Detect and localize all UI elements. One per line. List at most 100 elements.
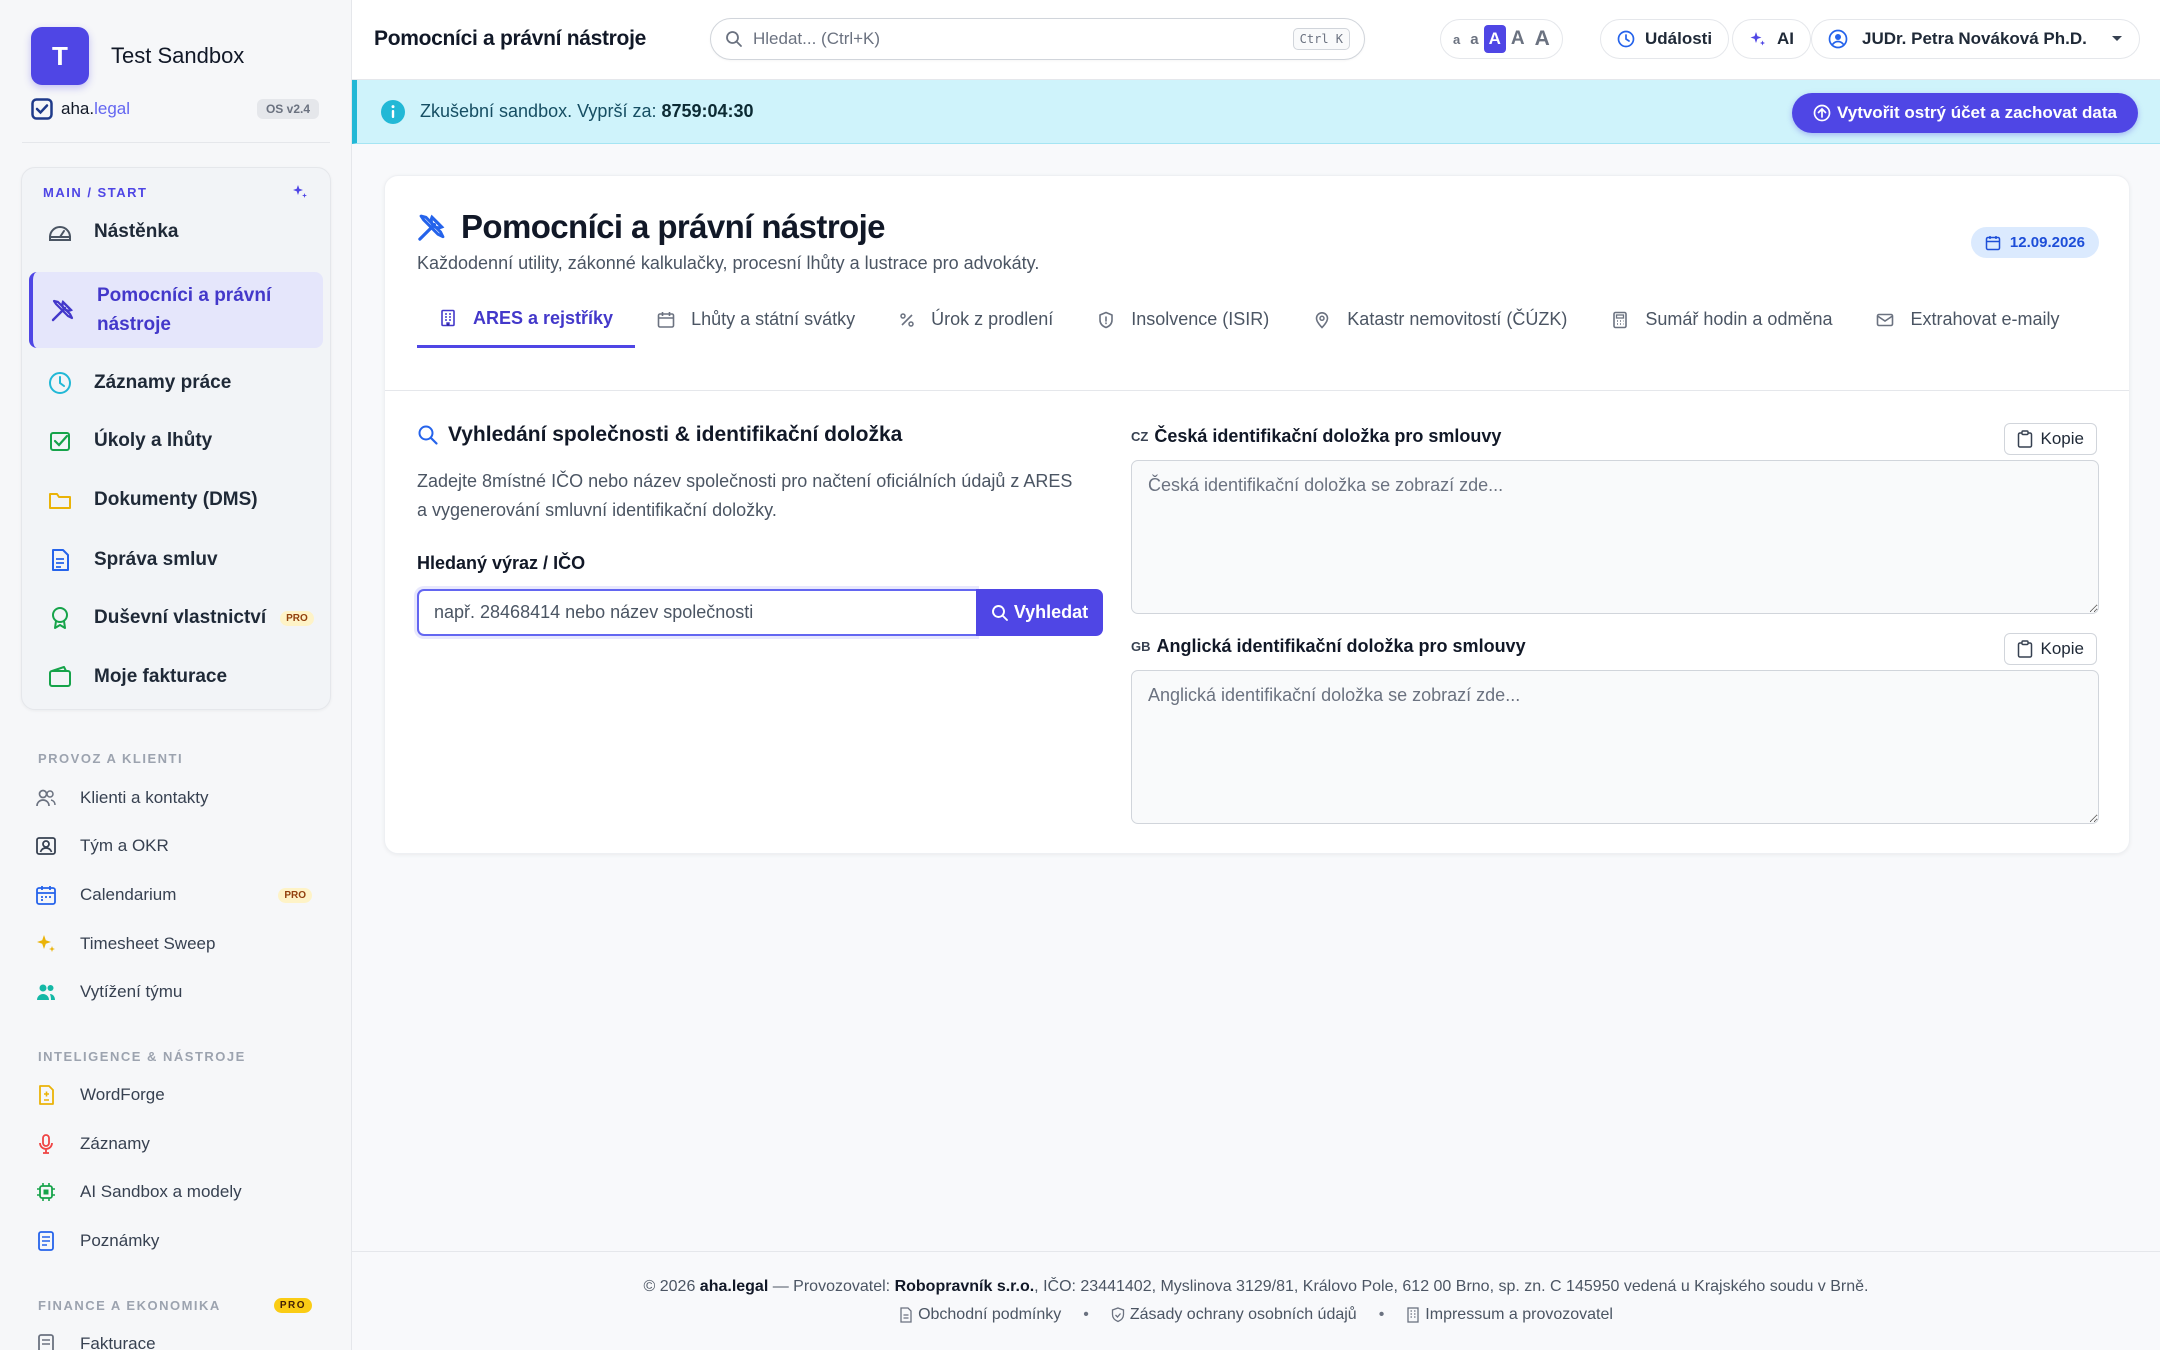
main-nav-section: MAIN / START Nástěnka Pomocníci a právní… xyxy=(21,167,331,710)
font-size-xl[interactable]: A xyxy=(1530,25,1555,53)
clock-icon xyxy=(1617,30,1635,48)
privacy-link[interactable]: Zásady ochrany osobních údajů xyxy=(1111,1306,1357,1324)
footer-links: Obchodní podmínky • Zásady ochrany osobn… xyxy=(352,1306,2160,1324)
workspace-avatar: T xyxy=(31,27,89,85)
font-size-md[interactable]: A xyxy=(1483,25,1506,53)
section-heading: Vyhledání společnosti & identifikační do… xyxy=(417,423,902,447)
card-title: Pomocníci a právní nástroje xyxy=(415,208,886,246)
tools-icon xyxy=(415,210,449,244)
search-company-button[interactable]: Vyhledat xyxy=(976,589,1103,636)
card-subtitle: Každodenní utility, zákonné kalkulačky, … xyxy=(417,253,1040,273)
calculator-icon xyxy=(1611,311,1629,329)
search-icon xyxy=(417,424,439,446)
countdown: 8759:04:30 xyxy=(661,101,754,121)
sidebar-item-dms[interactable]: Dokumenty (DMS) xyxy=(29,475,323,525)
font-size-xs[interactable]: a xyxy=(1448,25,1465,53)
map-pin-icon xyxy=(1313,311,1331,329)
date-badge: 12.09.2026 xyxy=(1970,227,2099,258)
sidebar-item-dashboard[interactable]: Nástěnka xyxy=(29,207,323,257)
workspace-switcher[interactable]: T Test Sandbox xyxy=(31,27,244,85)
tab-hours-summary[interactable]: Sumář hodin a odměna xyxy=(1589,291,1854,348)
banner-text: Zkušební sandbox. Vyprší za: 8759:04:30 xyxy=(420,101,754,121)
sidebar-item-team-okr[interactable]: Tým a OKR xyxy=(34,832,324,860)
tab-insolvency[interactable]: Insolvence (ISIR) xyxy=(1075,291,1291,348)
sidebar-item-invoicing[interactable]: Fakturace xyxy=(34,1330,324,1350)
search-shortcut-hint: Ctrl K xyxy=(1292,28,1350,50)
gb-clause-textarea[interactable] xyxy=(1131,670,2099,824)
tab-extract-emails[interactable]: Extrahovat e-maily xyxy=(1854,291,2081,348)
gb-clause-label: GB Anglická identifikační doložka pro sm… xyxy=(1131,636,1526,656)
section-title-main: MAIN / START xyxy=(43,184,148,200)
folder-icon xyxy=(46,486,74,514)
sidebar-item-clients[interactable]: Klienti a kontakty xyxy=(34,784,324,812)
sidebar-item-work-records[interactable]: Záznamy práce xyxy=(29,358,323,408)
terms-link[interactable]: Obchodní podmínky xyxy=(899,1306,1061,1324)
sparkle-icon xyxy=(1749,30,1767,48)
events-button[interactable]: Události xyxy=(1600,19,1730,59)
building-icon xyxy=(1406,1307,1420,1323)
sandbox-banner: Zkušební sandbox. Vyprší za: 8759:04:30 V… xyxy=(352,80,2160,144)
sidebar-item-calendarium[interactable]: Calendarium PRO xyxy=(34,881,324,909)
percent-icon xyxy=(899,312,915,328)
copy-gb-button[interactable]: Kopie xyxy=(2003,633,2097,665)
team-card-icon xyxy=(34,834,58,858)
wallet-icon xyxy=(46,663,74,691)
font-size-lg[interactable]: A xyxy=(1506,25,1530,53)
tabs-divider xyxy=(385,390,2129,391)
pro-badge: PRO xyxy=(278,887,312,903)
invoice-icon xyxy=(34,1332,58,1350)
tools-tabs: ARES a rejstříky Lhůty a státní svátky Ú… xyxy=(417,291,2097,351)
sidebar-item-contracts[interactable]: Správa smluv xyxy=(29,535,323,585)
tab-cadastre[interactable]: Katastr nemovitostí (ČÚZK) xyxy=(1291,291,1589,348)
top-bar: Pomocníci a právní nástroje Ctrl K a a A… xyxy=(352,0,2160,80)
separator: • xyxy=(1378,1306,1385,1323)
tab-deadlines[interactable]: Lhůty a státní svátky xyxy=(635,291,877,348)
separator: • xyxy=(1083,1306,1089,1323)
copy-cz-button[interactable]: Kopie xyxy=(2003,423,2097,455)
task-check-icon xyxy=(46,427,74,455)
create-live-account-button[interactable]: Vytvořit ostrý účet a zachovat data xyxy=(1792,93,2138,133)
sidebar-item-ai-sandbox[interactable]: AI Sandbox a modely xyxy=(34,1178,324,1206)
sidebar-item-ip[interactable]: Duševní vlastnictví PRO xyxy=(29,593,323,643)
workspace-name: Test Sandbox xyxy=(111,43,245,68)
search-term-label: Hledaný výraz / IČO xyxy=(417,553,586,573)
font-size-sm[interactable]: a xyxy=(1465,25,1483,53)
company-search-input[interactable] xyxy=(417,589,976,636)
tab-ares[interactable]: ARES a rejstříky xyxy=(417,291,636,348)
page-title: Pomocníci a právní nástroje xyxy=(374,27,646,50)
sidebar-item-billing[interactable]: Moje fakturace xyxy=(29,652,323,702)
footer-legal-text: © 2026 aha.legal — Provozovatel: Robopra… xyxy=(643,1278,1869,1295)
sidebar: T Test Sandbox aha.legal OS v2.4 MAIN / … xyxy=(0,0,352,1350)
notes-icon xyxy=(34,1229,58,1253)
sparkle-icon[interactable] xyxy=(292,184,308,200)
search-input[interactable] xyxy=(753,29,1293,49)
contract-icon xyxy=(46,546,74,574)
font-size-switcher: a a A A A xyxy=(1440,19,1563,59)
sidebar-item-timesheet-sweep[interactable]: Timesheet Sweep xyxy=(34,930,324,958)
sidebar-item-tools[interactable]: Pomocníci a právní nástroje xyxy=(29,272,323,348)
user-circle-icon xyxy=(1828,29,1848,49)
sidebar-item-notes[interactable]: Poznámky xyxy=(34,1227,324,1255)
section-title-intelligence: INTELIGENCE & NÁSTROJE xyxy=(38,1049,246,1064)
cz-clause-textarea[interactable] xyxy=(1131,460,2099,614)
tab-late-interest[interactable]: Úrok z prodlení xyxy=(877,291,1075,348)
arrow-up-circle-icon xyxy=(1813,104,1831,122)
section-title-finance: FINANCE A EKONOMIKA PRO xyxy=(38,1298,312,1313)
ai-button[interactable]: AI xyxy=(1732,19,1811,59)
calendar-icon xyxy=(1985,235,2001,251)
clipboard-icon xyxy=(2017,640,2033,658)
sidebar-item-recordings[interactable]: Záznamy xyxy=(34,1130,324,1158)
shield-icon xyxy=(1097,311,1115,329)
sidebar-item-wordforge[interactable]: WordForge xyxy=(34,1081,324,1109)
logo-check-icon xyxy=(31,98,53,120)
cz-flag: CZ xyxy=(1131,429,1149,444)
sidebar-item-tasks[interactable]: Úkoly a lhůty xyxy=(29,416,323,466)
global-search[interactable]: Ctrl K xyxy=(710,18,1365,60)
clock-icon xyxy=(46,369,74,397)
award-icon xyxy=(46,604,74,632)
calendar-icon xyxy=(34,883,58,907)
sidebar-item-team-workload[interactable]: Vytížení týmu xyxy=(34,978,324,1006)
app-logo: aha.legal OS v2.4 xyxy=(31,98,319,120)
user-menu[interactable]: JUDr. Petra Nováková Ph.D. xyxy=(1811,19,2140,59)
impressum-link[interactable]: Impressum a provozovatel xyxy=(1406,1306,1613,1324)
